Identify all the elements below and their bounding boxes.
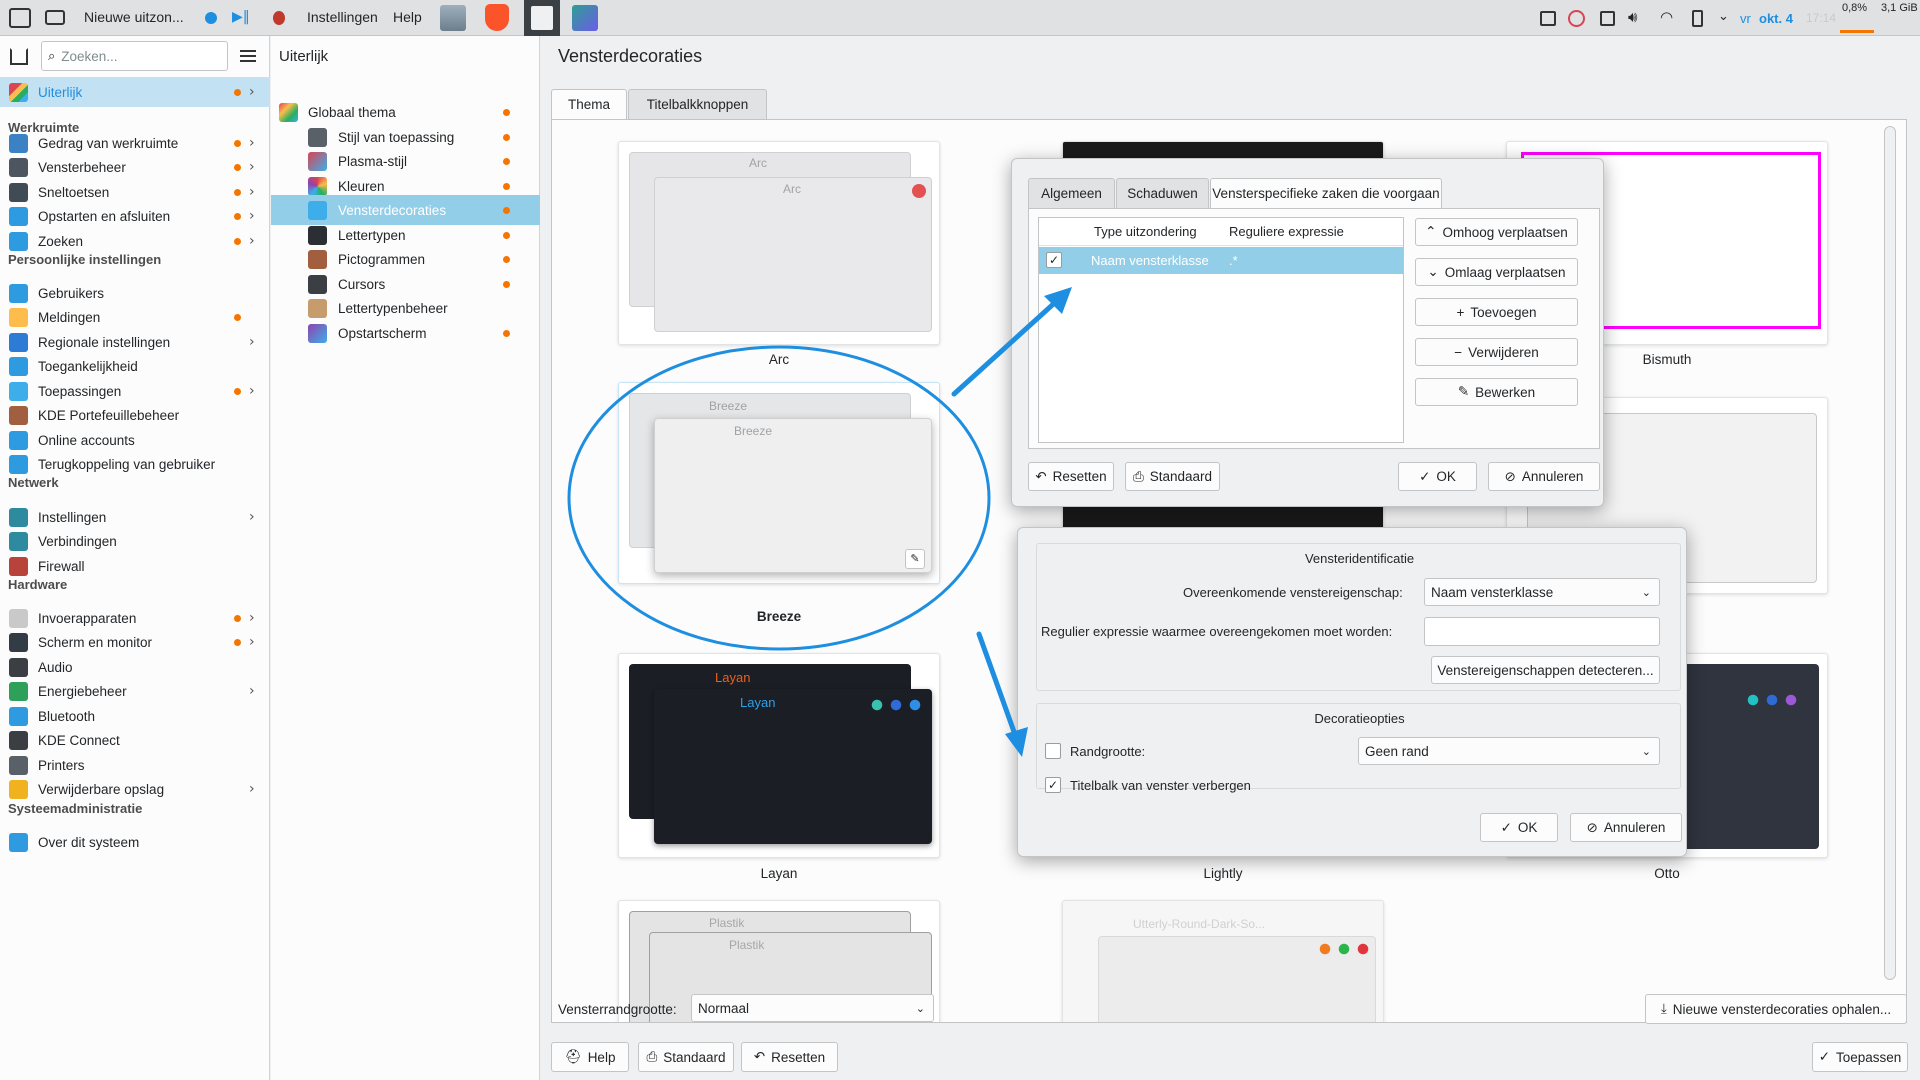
annotation-arrow-down xyxy=(976,631,1020,743)
annotation-arrow-up xyxy=(951,295,1063,397)
annotation-circle xyxy=(567,345,991,651)
annotation-arrowhead-down xyxy=(1005,727,1028,757)
annotation-overlay xyxy=(567,287,1072,757)
